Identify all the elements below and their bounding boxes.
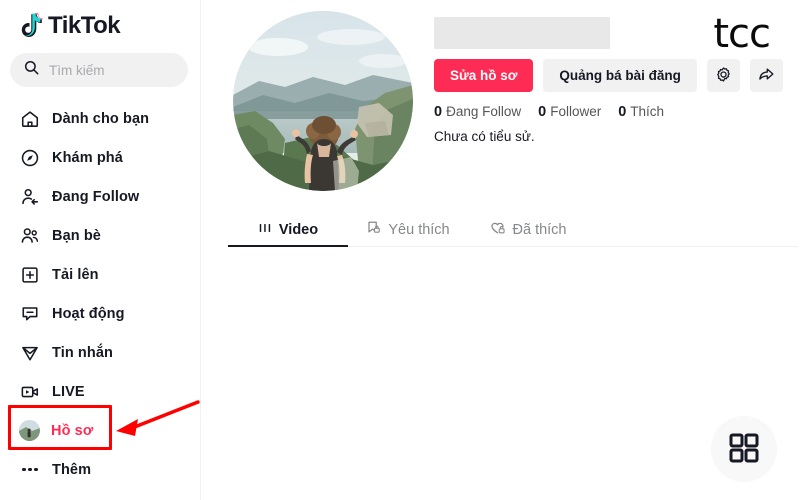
stat-label: Thích [630,104,665,119]
sidebar-item-label: Khám phá [52,149,123,166]
profile-stats: 0 Đang Follow 0 Follower 0 Thích [434,104,794,120]
sidebar-nav: Dành cho bạn Khám phá Đang Follow Bạn bè… [0,99,200,489]
stat-likes[interactable]: 0 Thích [618,104,664,120]
tiktok-logo[interactable]: TikTok [0,0,200,40]
user-follow-icon [19,186,41,208]
profile-avatar[interactable] [233,11,413,191]
profile-info: Sửa hồ sơ Quảng bá bài đăng 0 Đang Follo… [434,17,794,144]
promote-post-button[interactable]: Quảng bá bài đăng [543,59,697,92]
live-video-icon [19,381,41,403]
stat-following[interactable]: 0 Đang Follow [434,104,521,120]
sidebar-item-friends[interactable]: Bạn bè [0,216,200,255]
tab-label: Đã thích [512,221,567,238]
sidebar-item-label: Hoạt động [52,305,125,322]
sidebar-item-following[interactable]: Đang Follow [0,177,200,216]
tab-liked[interactable]: Đã thích [468,213,588,246]
compass-icon [19,147,41,169]
tab-label: Yêu thích [388,221,450,238]
more-dots-icon [19,459,41,481]
home-icon [19,108,41,130]
sidebar-item-label: Hồ sơ [51,422,94,439]
profile-bio[interactable]: Chưa có tiểu sử. [434,129,794,144]
settings-button[interactable] [706,59,740,92]
sidebar-item-upload[interactable]: Tải lên [0,255,200,294]
sidebar-item-label: LIVE [52,383,85,400]
stat-followers[interactable]: 0 Follower [538,104,601,120]
sidebar-item-more[interactable]: Thêm [0,450,200,489]
send-icon [19,342,41,364]
stat-count: 0 [618,104,627,120]
tab-favorites[interactable]: Yêu thích [348,213,468,246]
sidebar-item-live[interactable]: LIVE [0,372,200,411]
tab-videos[interactable]: Video [228,213,348,247]
friends-icon [19,225,41,247]
main-content: tcc Sửa hồ sơ Quảng bá bài đăng 0 Đang F… [201,0,800,500]
grid-bars-icon [258,221,272,239]
sidebar: TikTok Dành cho bạn [0,0,201,500]
sidebar-item-label: Đang Follow [52,188,140,205]
tab-label: Video [278,221,319,238]
profile-tabs: Video Yêu thích Đã thích [228,213,798,247]
share-button[interactable] [749,59,783,92]
sidebar-item-for-you[interactable]: Dành cho bạn [0,99,200,138]
heart-lock-icon [490,220,506,240]
search-box[interactable] [10,53,188,87]
tiktok-wordmark: TikTok [48,12,121,39]
sidebar-item-profile[interactable]: Hồ sơ [0,411,200,450]
edit-profile-button[interactable]: Sửa hồ sơ [434,59,534,92]
sidebar-item-label: Tải lên [52,266,99,283]
search-input[interactable] [49,62,174,78]
activity-icon [19,303,41,325]
stat-label: Đang Follow [446,104,522,119]
profile-avatar-icon [19,420,40,441]
username-redacted-block [434,17,610,49]
stat-label: Follower [550,104,602,119]
stat-count: 0 [538,104,547,120]
share-arrow-icon [757,65,775,86]
stat-count: 0 [434,104,443,120]
sidebar-item-messages[interactable]: Tin nhắn [0,333,200,372]
qr-grid-icon [729,433,759,466]
profile-action-buttons: Sửa hồ sơ Quảng bá bài đăng [434,59,794,92]
qr-code-button[interactable] [711,416,777,482]
tiktok-profile-page: TikTok Dành cho bạn [0,0,800,500]
sidebar-item-activity[interactable]: Hoạt động [0,294,200,333]
sidebar-item-label: Dành cho bạn [52,110,150,127]
sidebar-item-label: Thêm [52,461,92,478]
plus-box-icon [19,264,41,286]
sidebar-item-label: Tin nhắn [52,344,113,361]
sidebar-item-label: Bạn bè [52,227,101,244]
bookmark-lock-icon [366,220,381,239]
sidebar-item-explore[interactable]: Khám phá [0,138,200,177]
tiktok-note-icon [18,12,44,40]
gear-icon [715,66,732,86]
search-icon [24,60,39,80]
profile-header: Sửa hồ sơ Quảng bá bài đăng 0 Đang Follo… [201,0,800,191]
